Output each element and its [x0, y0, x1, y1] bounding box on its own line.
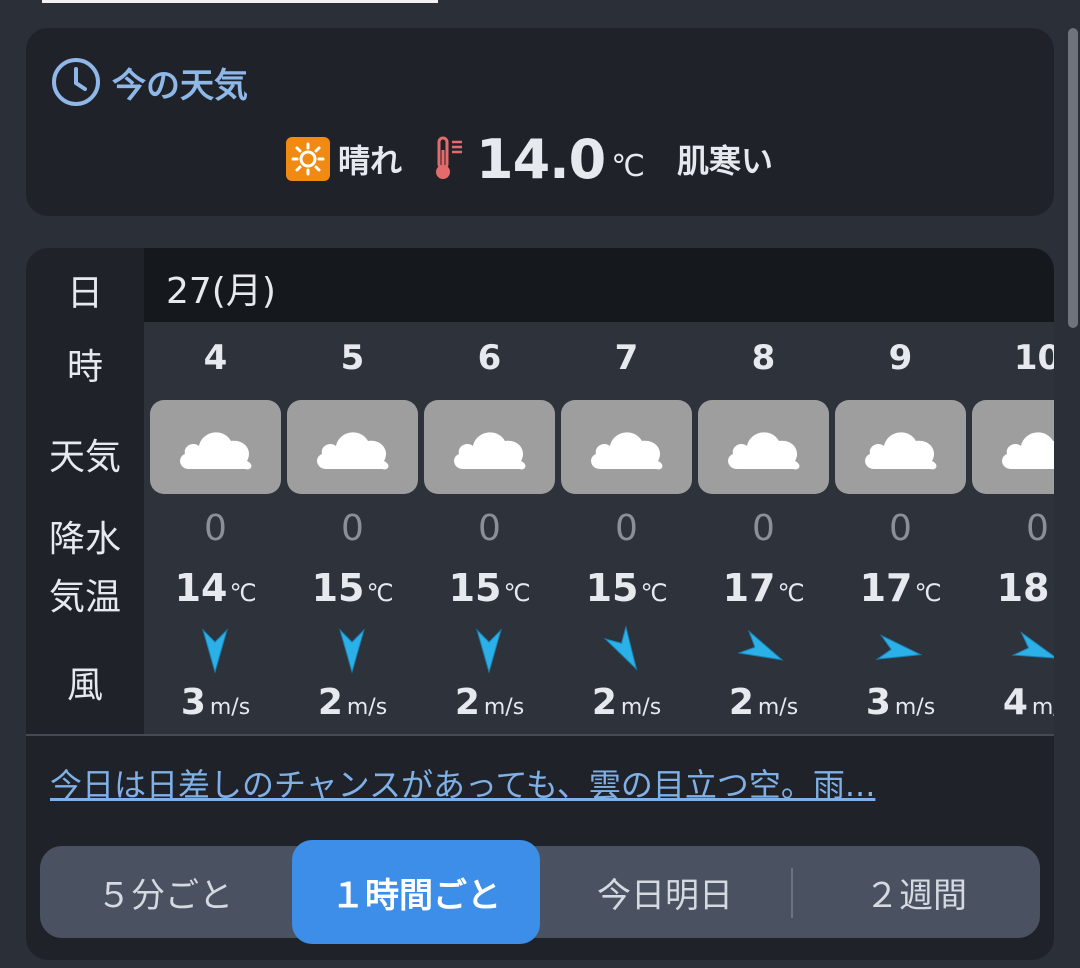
weather-tile — [698, 400, 829, 494]
tab-1[interactable]: １時間ごと — [292, 840, 540, 944]
weather-tile — [150, 400, 281, 494]
wind-speed-value: 4m/s — [1002, 682, 1054, 723]
row-labels: 日 時 天気 降水 気温 風 — [26, 248, 144, 734]
wind-speed-value: 2 m/s — [591, 682, 662, 723]
hourly-forecast-card: 日 時 天気 降水 気温 風 27(月) 4 0 14℃ 3 m/s 5 0 1… — [26, 248, 1054, 960]
wind-direction-arrow-icon — [475, 628, 503, 674]
label-day: 日 — [66, 273, 103, 314]
tab-3[interactable]: ２週間 — [792, 846, 1040, 938]
hour-label: 4 — [203, 338, 228, 378]
precip-value: 0 — [204, 508, 227, 549]
temperature-value: 17℃ — [859, 566, 942, 610]
precip-value: 0 — [1026, 508, 1049, 549]
wind-direction-arrow-icon — [875, 634, 923, 660]
top-edge-bar — [42, 0, 438, 3]
wind-speed-value: 2 m/s — [317, 682, 388, 723]
date-label: 27(月) — [166, 271, 276, 312]
divider — [26, 734, 1054, 736]
cloud-icon — [316, 432, 388, 470]
current-temperature: 14.0 — [476, 127, 606, 191]
wind-direction-arrow-icon — [338, 628, 366, 674]
label-precip: 降水 — [48, 519, 121, 560]
wind-direction-arrow-icon — [738, 629, 784, 661]
label-temp: 気温 — [48, 577, 121, 618]
hour-column: 5 0 15℃ 2 m/s — [284, 322, 421, 734]
precip-value: 0 — [478, 508, 501, 549]
hour-label: 10 — [1013, 338, 1054, 378]
current-weather-card: 今の天気 晴れ 14.0 ℃ 肌寒い — [26, 28, 1054, 216]
current-condition: 晴れ — [338, 142, 403, 180]
hour-column: 10 0 18℃ 4m/s — [969, 322, 1054, 734]
hour-label: 8 — [751, 338, 776, 378]
label-weather: 天気 — [48, 437, 121, 478]
hour-column: 9 0 17℃ 3 m/s — [832, 322, 969, 734]
current-conditions: 晴れ 14.0 ℃ 肌寒い — [286, 124, 773, 194]
weather-tile — [835, 400, 966, 494]
wind-speed-value: 2 m/s — [454, 682, 525, 723]
weather-tile — [561, 400, 692, 494]
hour-label: 6 — [477, 338, 502, 378]
hour-label: 9 — [888, 338, 913, 378]
weather-tile — [287, 400, 418, 494]
label-hour: 時 — [66, 347, 103, 388]
current-feel: 肌寒い — [676, 142, 773, 180]
temperature-value: 14℃ — [174, 566, 257, 610]
temperature-value: 15℃ — [585, 566, 668, 610]
hour-column: 8 0 17℃ 2 m/s — [695, 322, 832, 734]
cloud-icon — [453, 432, 525, 470]
scrollbar-thumb[interactable] — [1068, 28, 1078, 328]
cloud-icon — [1001, 432, 1054, 469]
hour-column: 7 0 15℃ 2 m/s — [558, 322, 695, 734]
weather-tile — [972, 400, 1054, 494]
weather-tile — [424, 400, 555, 494]
hour-column: 4 0 14℃ 3 m/s — [147, 322, 284, 734]
interval-tabs: ５分ごと １時間ごと 今日明日 ２週間 — [40, 840, 1040, 944]
wind-direction-arrow-icon — [603, 626, 638, 671]
cloud-icon — [590, 432, 662, 470]
wind-direction-arrow-icon — [1012, 631, 1054, 659]
wind-speed-value: 2 m/s — [728, 682, 799, 723]
cloud-icon — [864, 432, 936, 470]
forecast-summary-link[interactable]: 今日は日差しのチャンスがあっても、雲の目立つ空。雨... — [50, 760, 875, 806]
clock-icon — [52, 58, 100, 106]
temperature-value: 17℃ — [722, 566, 805, 610]
hour-label: 7 — [614, 338, 639, 378]
temperature-value: 15℃ — [448, 566, 531, 610]
date-header: 27(月) — [144, 248, 1054, 322]
current-weather-header: 今の天気 — [50, 56, 248, 108]
temperature-value: 18℃ — [996, 566, 1054, 610]
cloud-icon — [727, 432, 799, 470]
thermometer-icon — [436, 136, 463, 179]
precip-value: 0 — [889, 508, 912, 549]
current-temperature-unit: ℃ — [611, 148, 645, 184]
precip-value: 0 — [615, 508, 638, 549]
tab-0[interactable]: ５分ごと — [40, 846, 290, 938]
current-weather-title: 今の天気 — [112, 65, 248, 106]
hour-label: 5 — [340, 338, 365, 378]
cloud-icon — [179, 432, 251, 470]
precip-value: 0 — [341, 508, 364, 549]
wind-direction-arrow-icon — [201, 628, 229, 674]
tab-separator — [791, 868, 793, 918]
sun-icon — [286, 137, 330, 181]
tab-2[interactable]: 今日明日 — [540, 846, 790, 938]
hour-column: 6 0 15℃ 2 m/s — [421, 322, 558, 734]
wind-speed-value: 3 m/s — [865, 682, 936, 723]
precip-value: 0 — [752, 508, 775, 549]
hourly-columns[interactable]: 4 0 14℃ 3 m/s 5 0 15℃ 2 m/s 6 0 15℃ 2 m/… — [144, 322, 1054, 734]
temperature-value: 15℃ — [311, 566, 394, 610]
wind-speed-value: 3 m/s — [180, 682, 251, 723]
label-wind: 風 — [66, 665, 103, 706]
